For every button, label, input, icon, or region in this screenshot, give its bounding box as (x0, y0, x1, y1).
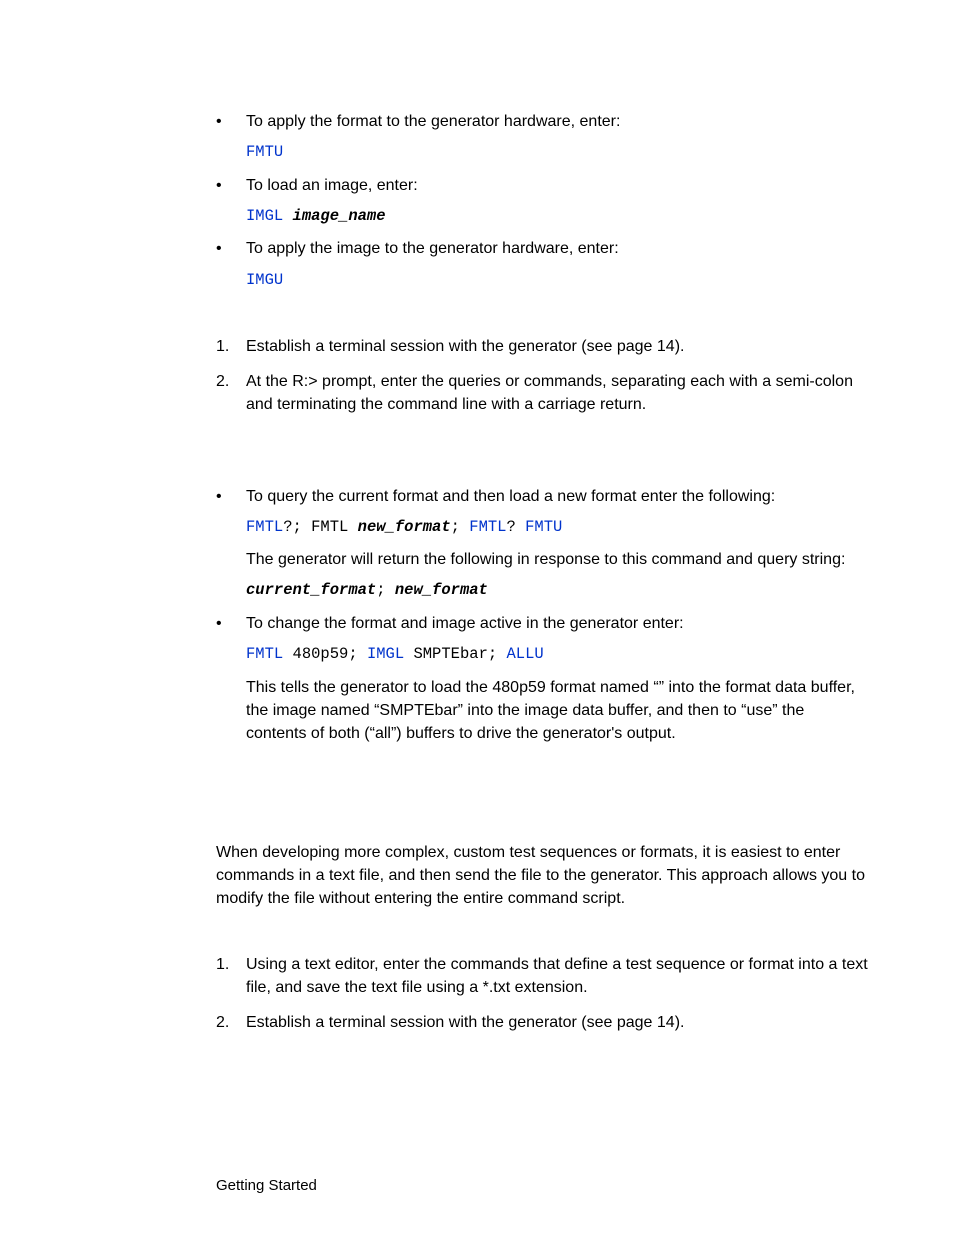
code-token: FMTL (246, 518, 283, 536)
code-italic: image_name (293, 207, 386, 225)
after-text: The generator will return the following … (246, 548, 869, 571)
numbered-list-a: Establish a terminal session with the ge… (216, 335, 869, 417)
code-keyword: IMGU (246, 271, 283, 289)
bullet-text: To query the current format and then loa… (246, 485, 869, 508)
code-block: IMGU (246, 269, 869, 291)
spacer (216, 753, 869, 841)
bullet-text: To change the format and image active in… (246, 612, 869, 635)
code-keyword: FMTU (246, 143, 283, 161)
code-block: FMTL?; FMTL new_format; FMTL? FMTU (246, 516, 869, 538)
code-token: FMTL (246, 645, 283, 663)
page-content: To apply the format to the generator har… (0, 0, 954, 1235)
list-item: To query the current format and then loa… (216, 485, 869, 602)
step-text: Establish a terminal session with the ge… (246, 338, 684, 355)
list-item: To change the format and image active in… (216, 612, 869, 745)
bullet-list-a: To apply the format to the generator har… (216, 110, 869, 291)
bullet-text: To apply the image to the generator hard… (246, 237, 869, 260)
spacer (216, 429, 869, 485)
bullet-list-b: To query the current format and then loa… (216, 485, 869, 746)
code-token: FMTL (469, 518, 506, 536)
list-item: To apply the format to the generator har… (216, 110, 869, 164)
bullet-text: To apply the format to the generator har… (246, 110, 869, 133)
code-block: IMGL image_name (246, 205, 869, 227)
code-token: new_format (358, 518, 451, 536)
step-text: Using a text editor, enter the commands … (246, 956, 868, 996)
code-token: 480p59; (283, 645, 367, 663)
list-item: Establish a terminal session with the ge… (216, 335, 869, 358)
code-token: IMGL (367, 645, 404, 663)
numbered-list-b: Using a text editor, enter the commands … (216, 953, 869, 1035)
after-text: This tells the generator to load the 480… (246, 676, 869, 746)
bullet-text: To load an image, enter: (246, 174, 869, 197)
code-token: current_format (246, 581, 376, 599)
list-item: Using a text editor, enter the commands … (216, 953, 869, 999)
spacer (216, 919, 869, 953)
list-item: To load an image, enter: IMGL image_name (216, 174, 869, 228)
spacer (216, 301, 869, 335)
list-item: To apply the image to the generator hard… (216, 237, 869, 291)
code-block: FMTL 480p59; IMGL SMPTEbar; ALLU (246, 643, 869, 665)
step-text: At the R:> prompt, enter the queries or … (246, 373, 853, 413)
code-block: current_format; new_format (246, 579, 869, 601)
code-token: ? (506, 518, 525, 536)
code-token: FMTU (525, 518, 562, 536)
code-keyword: IMGL (246, 207, 293, 225)
code-token: new_format (395, 581, 488, 599)
step-text: Establish a terminal session with the ge… (246, 1014, 684, 1031)
code-token: ?; FMTL (283, 518, 357, 536)
code-token: ALLU (506, 645, 543, 663)
code-token: ; (451, 518, 470, 536)
paragraph: When developing more complex, custom tes… (216, 841, 869, 911)
page-footer: Getting Started (216, 1175, 317, 1197)
code-token: ; (376, 581, 395, 599)
list-item: At the R:> prompt, enter the queries or … (216, 370, 869, 416)
code-token: SMPTEbar; (404, 645, 506, 663)
code-block: FMTU (246, 141, 869, 163)
list-item: Establish a terminal session with the ge… (216, 1011, 869, 1034)
